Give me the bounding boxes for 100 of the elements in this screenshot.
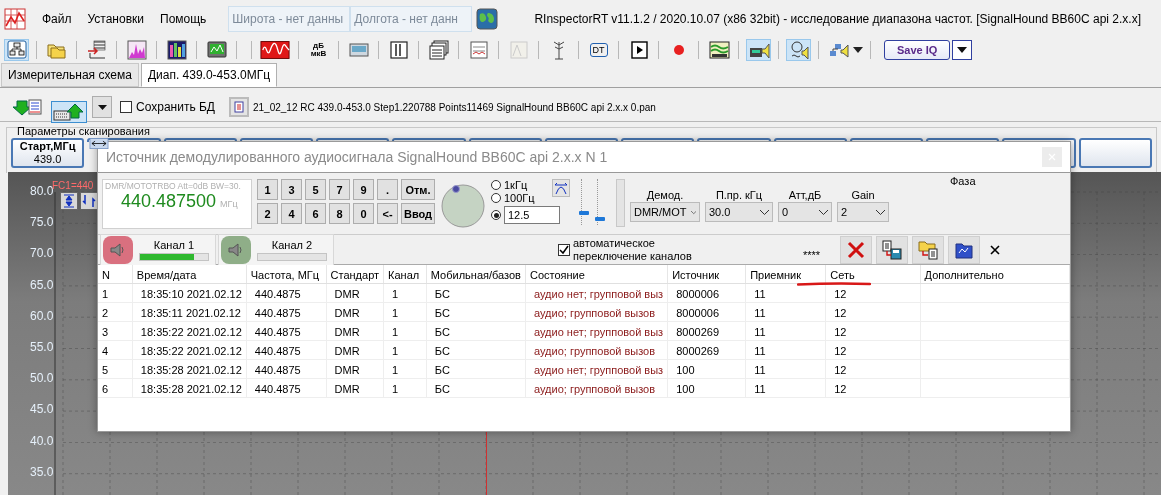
column-header[interactable]: Источник (667, 265, 746, 284)
coordinate-field[interactable]: Долгота - нет данн (350, 6, 473, 32)
keypad-key[interactable]: <- (377, 203, 398, 224)
checkbox[interactable] (558, 243, 570, 256)
column-header[interactable]: N (98, 265, 133, 284)
slider-thumb[interactable] (579, 210, 589, 215)
map-grid-button[interactable] (706, 39, 731, 61)
open-button[interactable] (912, 235, 945, 264)
axis-label: 70.0 (30, 246, 54, 262)
column-header[interactable]: Стандарт (326, 265, 384, 284)
keypad-key[interactable]: 8 (329, 203, 350, 224)
save-iq-button[interactable]: Save IQ (884, 40, 951, 60)
keypad-key[interactable]: Ввод (401, 203, 435, 224)
select-label: Gain (851, 189, 875, 202)
table-cell: 12 (825, 378, 921, 398)
volume-slider[interactable] (597, 179, 608, 225)
channel-tab[interactable]: Канал 2 (218, 233, 334, 266)
keypad-key[interactable]: 5 (305, 179, 326, 200)
select-field[interactable]: 30.0 (705, 202, 773, 222)
file-icon[interactable] (228, 97, 249, 117)
arrows-icon[interactable] (80, 192, 98, 210)
dropdown-button[interactable] (952, 40, 973, 60)
keypad-key[interactable]: 1 (257, 179, 278, 200)
close-icon[interactable] (990, 244, 1001, 255)
save-button[interactable] (876, 235, 909, 264)
radio-button[interactable] (491, 180, 501, 190)
select-field[interactable]: 0 (778, 202, 832, 222)
select-field[interactable]: 2 (837, 202, 889, 222)
upload-button[interactable] (51, 101, 87, 123)
slider-thumb[interactable] (595, 216, 605, 221)
speaker-button[interactable] (221, 235, 251, 264)
step-field[interactable]: 12.5 (504, 206, 560, 224)
column-header[interactable]: Время/дата (132, 265, 247, 284)
table-cell: 8000269 (667, 321, 746, 341)
table-cell: DMR (326, 359, 384, 379)
menu-item[interactable]: Установки (79, 12, 152, 26)
keypad-key[interactable]: 3 (281, 179, 302, 200)
delete-button[interactable] (840, 235, 873, 264)
toolbar-button[interactable]: DT (586, 39, 611, 61)
table-cell: БС (426, 340, 526, 360)
network-button[interactable] (4, 39, 29, 61)
radio-label: 100Гц (504, 192, 535, 204)
monitor-button[interactable] (204, 39, 229, 61)
filter-icon[interactable] (552, 179, 570, 197)
column-header[interactable]: Частота, МГц (246, 265, 327, 284)
channel-tab[interactable]: Канал 1 (100, 233, 216, 266)
keypad-key[interactable]: 9 (353, 179, 374, 200)
checkbox[interactable] (120, 101, 132, 113)
column-header[interactable]: Мобильная/базов (426, 265, 526, 284)
table-cell: 18:35:10 2021.02.12 (132, 283, 247, 303)
keypad-key[interactable]: 4 (281, 203, 302, 224)
keypad-key[interactable]: 2 (257, 203, 278, 224)
tab[interactable]: Измерительная схема (1, 63, 139, 87)
zoom-vertical-icon[interactable] (60, 192, 78, 210)
tab[interactable]: Диап. 439.0-453.0МГц (140, 63, 277, 87)
waveform-button[interactable] (259, 39, 291, 61)
dropdown-button[interactable] (92, 96, 112, 118)
table-cell: 12 (825, 283, 921, 303)
table-cell: 11 (745, 359, 826, 379)
keypad-key[interactable]: Отм. (401, 179, 435, 200)
radio-button[interactable] (491, 210, 501, 220)
select-field[interactable]: DMR/MOT (630, 202, 700, 222)
caret-icon[interactable] (853, 47, 863, 53)
radio-button[interactable] (491, 193, 501, 203)
column-header[interactable]: Состояние (525, 265, 668, 284)
bar-chart-button[interactable] (164, 39, 189, 61)
bar-chart-icon (165, 39, 188, 61)
map-icon[interactable] (476, 8, 499, 30)
folder-document-icon (918, 239, 939, 260)
column-header[interactable]: Сеть (825, 265, 921, 284)
table-cell: 440.4875 (246, 340, 327, 360)
keypad-key[interactable]: 7 (329, 179, 350, 200)
speaker-button[interactable] (103, 235, 133, 264)
speaker-wave-button[interactable] (786, 39, 811, 61)
toolbar-button[interactable]: дБ мкВ (306, 39, 331, 61)
spectrum-button[interactable] (124, 39, 149, 61)
coordinate-field[interactable]: Широта - нет данны (228, 6, 351, 32)
menu-item[interactable]: Файл (34, 12, 80, 26)
keypad-key[interactable]: 0 (353, 203, 374, 224)
column-header[interactable]: Дополнительно (920, 265, 1070, 284)
dialog-title: Источник демодулированного аудиосигнала SignalHound BB60C api 2.x.x N 1 (106, 149, 608, 165)
graph-icon (507, 39, 530, 61)
waveform-icon (260, 39, 290, 61)
start-frequency-button[interactable]: Старт,МГц 439.0 (11, 138, 85, 168)
keypad-key[interactable]: . (377, 179, 398, 200)
caret-icon (97, 104, 107, 110)
volume-slider[interactable] (581, 179, 592, 225)
speaker-device-button[interactable] (746, 39, 771, 61)
scan-parameter-button[interactable] (1078, 138, 1152, 168)
table-cell: 11 (745, 302, 826, 322)
column-header[interactable]: Канал (383, 265, 427, 284)
table-cell: 1 (383, 340, 427, 360)
menu-item[interactable]: Помощь (152, 12, 215, 26)
folder-button[interactable] (948, 235, 981, 264)
axis-label: 80.0 (30, 184, 54, 200)
column-header[interactable]: Приемник (745, 265, 826, 284)
keypad-key[interactable]: 6 (305, 203, 326, 224)
resize-icon[interactable] (87, 138, 111, 149)
axis-label: 45.0 (30, 402, 54, 418)
windows-stack-button[interactable] (426, 39, 451, 61)
